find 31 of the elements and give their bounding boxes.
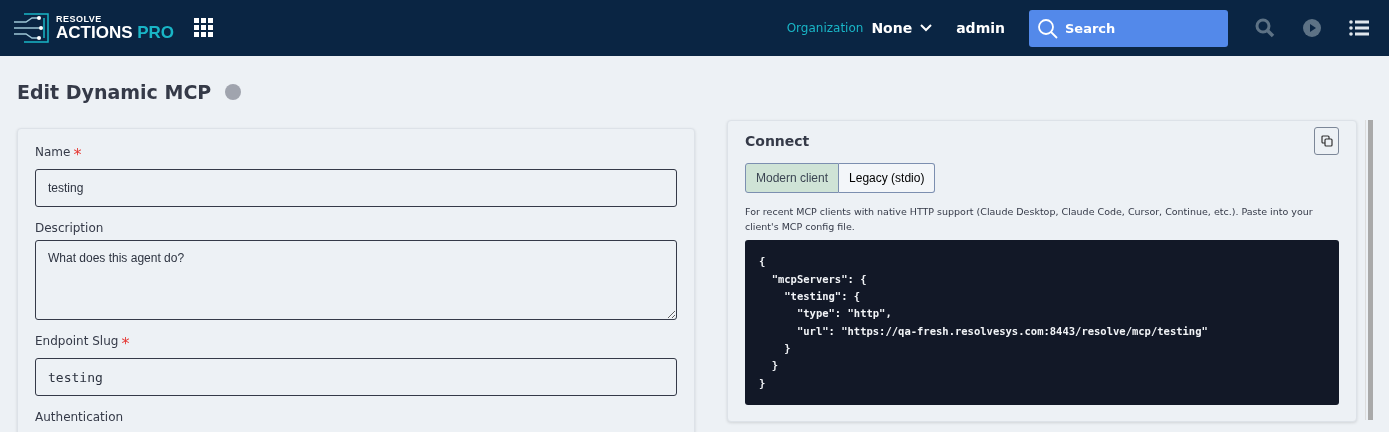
client-tab[interactable]: Legacy (stdio) <box>839 163 936 193</box>
connect-description: For recent MCP clients with native HTTP support (Claude Desktop, Claude Code, Cursor, Continue, etc.). Paste into your client's MCP config file. <box>745 205 1314 234</box>
page-title: Edit Dynamic MCP <box>17 81 212 103</box>
search-icon[interactable] <box>1255 18 1275 38</box>
required-asterisk: * <box>121 334 130 353</box>
required-asterisk: * <box>73 145 82 164</box>
status-dot <box>225 84 242 100</box>
search-field[interactable]: Search <box>1029 9 1228 47</box>
chevron-down-icon <box>920 24 933 32</box>
client-tab[interactable]: Modern client <box>745 163 840 193</box>
copy-button[interactable] <box>1314 127 1339 155</box>
organization-dropdown[interactable]: None <box>871 20 933 36</box>
field-label: Description <box>35 221 104 235</box>
app-logo[interactable]: RESOLVE ACTIONS PRO <box>12 12 175 44</box>
app-grid-icon[interactable] <box>194 18 215 38</box>
field-label: Endpoint Slug <box>35 334 119 350</box>
copy-icon <box>1320 135 1333 147</box>
play-icon[interactable] <box>1302 18 1322 38</box>
config-code-block: { "mcpServers": { "testing": { "type": "http", "url": "https://qa-fresh.resolvesys.com:8443/resolve/mcp/testing" } } } <box>745 240 1339 405</box>
menu-icon[interactable] <box>1349 19 1369 37</box>
logo-title: ACTIONS PRO <box>56 24 175 41</box>
field-label: Authentication <box>35 410 124 424</box>
description-textarea[interactable]: What does this agent do? <box>35 240 677 320</box>
field-label: Name <box>35 145 71 161</box>
text-input[interactable]: testing <box>35 358 677 396</box>
user-name[interactable]: admin <box>956 20 1005 36</box>
circuit-logo-icon <box>12 12 50 44</box>
section-title: Connect <box>745 133 810 149</box>
organization-label: Organization <box>786 21 864 35</box>
text-input[interactable]: testing <box>35 169 677 207</box>
logo-subtitle: RESOLVE <box>56 15 103 24</box>
